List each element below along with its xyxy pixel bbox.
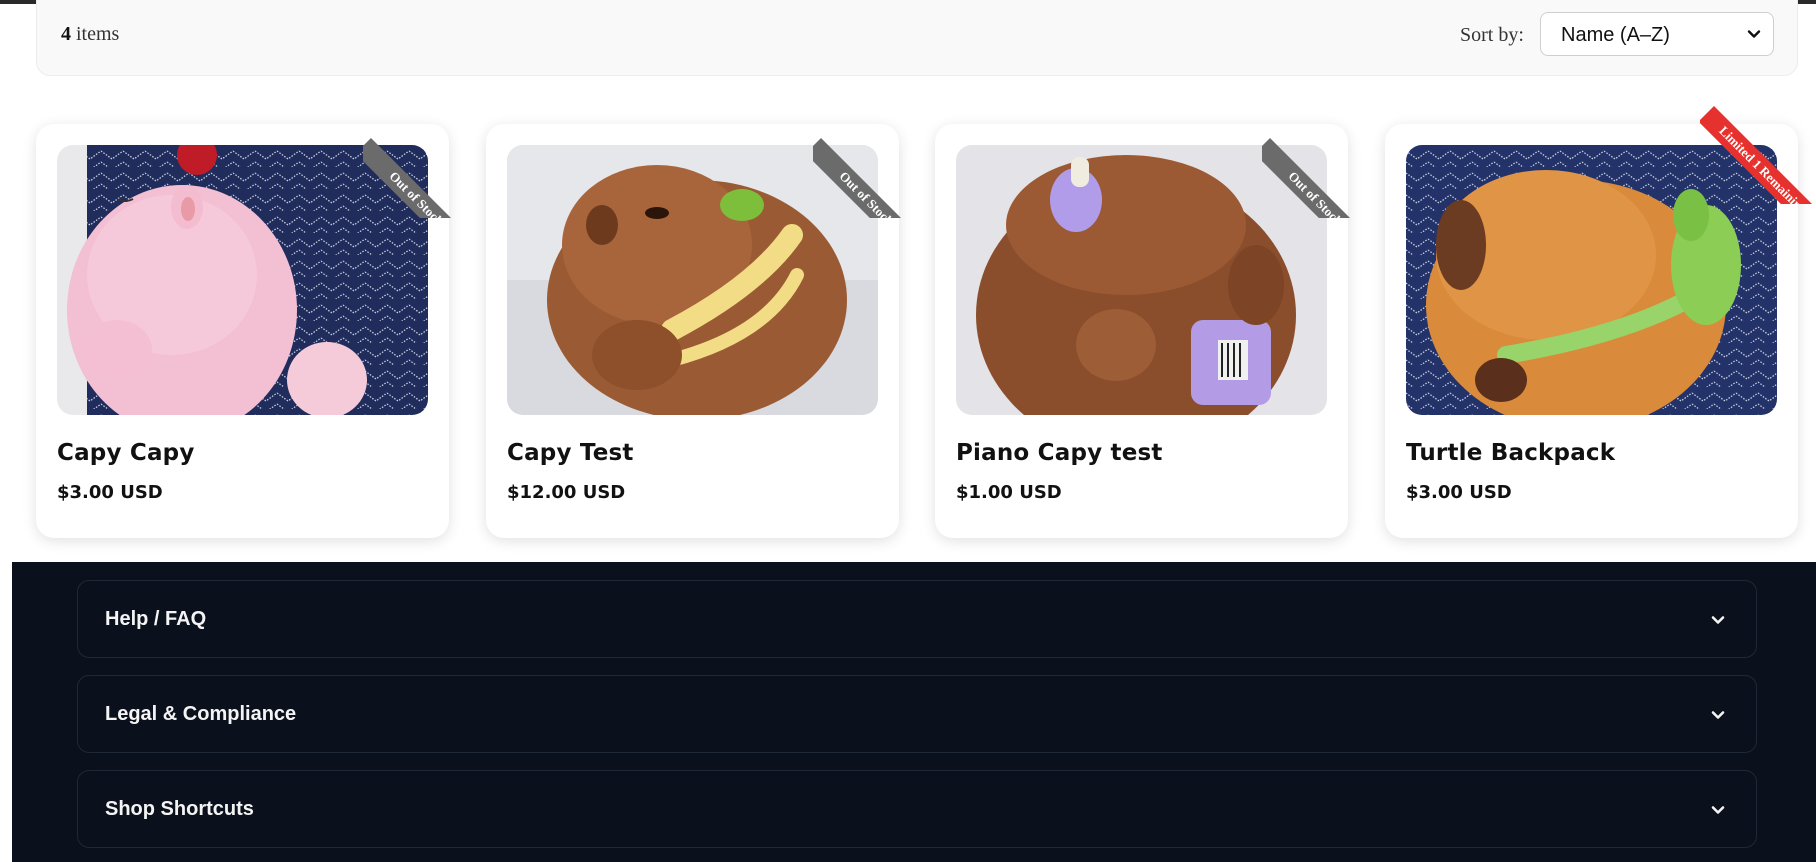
chevron-down-icon[interactable]: [1710, 707, 1726, 723]
product-price: $12.00 USD: [507, 482, 626, 503]
product-name[interactable]: Capy Capy: [57, 440, 195, 466]
product-name[interactable]: Capy Test: [507, 440, 634, 466]
product-card[interactable]: Piano Capy test $1.00 USD Out of Stock: [935, 124, 1372, 538]
accordion-title: Shop Shortcuts: [105, 798, 254, 820]
chevron-down-icon: [1747, 30, 1761, 38]
product-name[interactable]: Turtle Backpack: [1406, 440, 1615, 466]
accordion-title: Legal & Compliance: [105, 703, 297, 725]
product-price: $3.00 USD: [57, 482, 163, 503]
item-count-number: 4: [61, 23, 71, 45]
chevron-down-icon[interactable]: [1710, 802, 1726, 818]
product-price: $3.00 USD: [1406, 482, 1512, 503]
product-image[interactable]: [956, 145, 1327, 415]
accordion-legal-compliance[interactable]: Legal & Compliance: [77, 675, 1757, 753]
accordion-shop-shortcuts[interactable]: Shop Shortcuts: [77, 770, 1757, 848]
footer: Help / FAQ Legal & Compliance Shop Short…: [12, 562, 1816, 862]
product-price: $1.00 USD: [956, 482, 1062, 503]
product-image[interactable]: [57, 145, 428, 415]
product-name[interactable]: Piano Capy test: [956, 440, 1163, 466]
item-count: 4 items: [61, 23, 119, 46]
accordion-help-faq[interactable]: Help / FAQ: [77, 580, 1757, 658]
chevron-down-icon[interactable]: [1710, 612, 1726, 628]
sort-label: Sort by:: [1460, 24, 1524, 46]
product-card[interactable]: Turtle Backpack $3.00 USD Limited 1 Rema…: [1385, 106, 1816, 538]
product-card[interactable]: Capy Capy $3.00 USD Out of Stock: [36, 124, 473, 538]
product-image[interactable]: [507, 145, 878, 415]
product-card[interactable]: Capy Test $12.00 USD Out of Stock: [486, 124, 923, 538]
accordion-title: Help / FAQ: [105, 608, 207, 630]
sort-select[interactable]: Name (A–Z): [1540, 12, 1774, 56]
product-toolbar: 4 items Sort by: Name (A–Z): [36, 0, 1798, 76]
product-image[interactable]: [1406, 145, 1777, 415]
sort-select-value: Name (A–Z): [1561, 24, 1670, 46]
item-count-label: items: [76, 23, 120, 45]
